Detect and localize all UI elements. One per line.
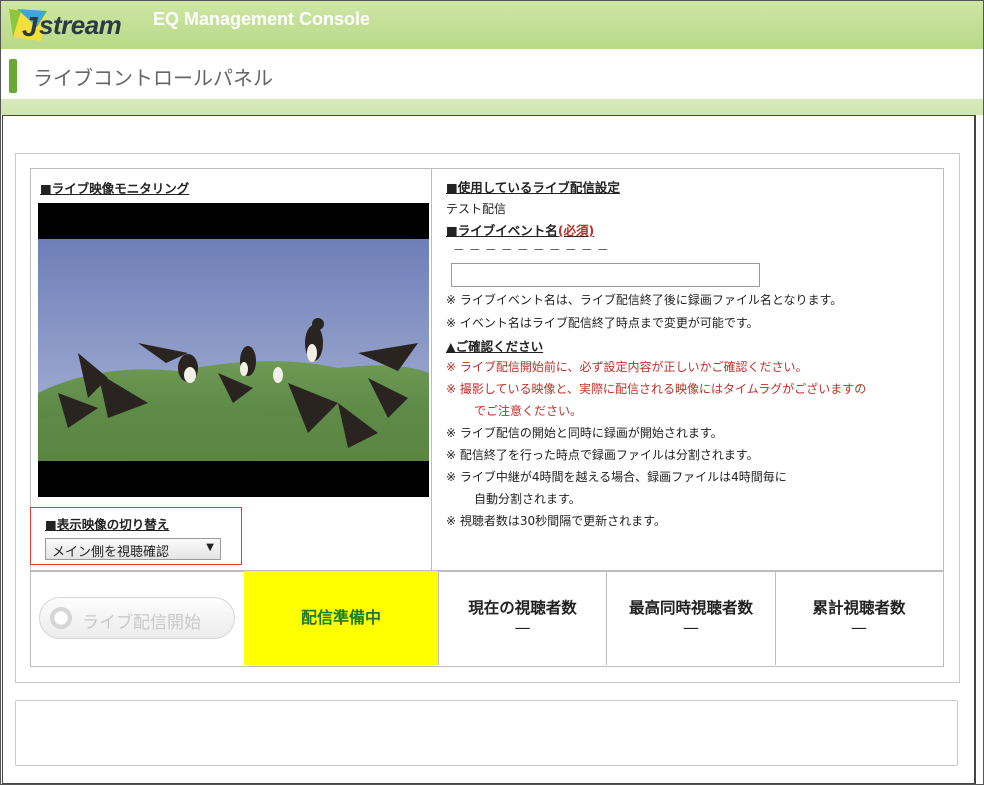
warning-line-continued: でご注意ください。 xyxy=(474,404,583,418)
svg-text:J: J xyxy=(22,11,39,42)
confirm-heading: ▲ご確認ください xyxy=(446,339,544,354)
total-viewers-label: 累計視聴者数 xyxy=(812,599,906,617)
bottom-panel xyxy=(15,700,958,766)
logo-text: stream xyxy=(39,10,122,40)
top-bar: J stream EQ Management Console xyxy=(1,1,983,49)
display-switch-select[interactable]: メイン側を視聴確認 ▼ xyxy=(45,538,221,560)
header-band xyxy=(1,99,983,115)
setting-value: テスト配信 xyxy=(446,202,507,216)
note-line: ※ 配信終了を行った時点で録画ファイルは分割されます。 xyxy=(446,448,759,462)
dropdown-arrow-icon: ▼ xyxy=(206,542,214,553)
peak-viewers-value: — xyxy=(683,618,699,637)
start-broadcast-button[interactable]: ライブ配信開始 xyxy=(39,597,235,639)
start-broadcast-label: ライブ配信開始 xyxy=(82,613,201,633)
note-line: ※ ライブイベント名は、ライブ配信終了後に録画ファイル名となります。 xyxy=(446,293,843,307)
video-frame-image xyxy=(38,203,429,497)
required-label: (必須) xyxy=(557,223,595,238)
current-viewers-label: 現在の視聴者数 xyxy=(468,599,577,617)
title-accent-bar xyxy=(9,59,17,93)
peak-viewers-label: 最高同時視聴者数 xyxy=(628,599,753,617)
note-line: ※ ライブ中継が4時間を越える場合、録画ファイルは4時間毎に xyxy=(446,470,787,484)
event-name-heading: ■ライブイベント名(必須) xyxy=(446,220,594,239)
warning-line: ※ ライブ配信開始前に、必ず設定内容が正しいかご確認ください。 xyxy=(446,360,808,374)
event-name-current: －－－－－－－－－－ xyxy=(453,243,614,257)
live-video-player[interactable] xyxy=(38,203,429,497)
record-icon xyxy=(50,607,72,629)
event-name-input[interactable] xyxy=(451,263,760,287)
total-viewers-value: — xyxy=(851,618,867,637)
note-line: ※ ライブ配信の開始と同時に録画が開始されます。 xyxy=(446,426,723,440)
event-name-heading-text: ■ライブイベント名 xyxy=(446,223,558,238)
note-line: ※ イベント名はライブ配信終了時点まで変更が可能です。 xyxy=(446,316,759,330)
current-viewers-value: — xyxy=(514,618,531,637)
note-line: ※ 視聴者数は30秒間隔で更新されます。 xyxy=(446,514,666,528)
page-title: ライブコントロールパネル xyxy=(33,66,273,90)
note-line-continued: 自動分割されます。 xyxy=(474,492,581,506)
broadcast-status: 配信準備中 xyxy=(244,571,438,665)
monitor-heading: ■ライブ映像モニタリング xyxy=(40,181,190,196)
page-header: ライブコントロールパネル xyxy=(1,49,983,99)
console-title: EQ Management Console xyxy=(153,9,371,29)
switch-heading: ■表示映像の切り替え xyxy=(45,517,170,532)
setting-heading: ■使用しているライブ配信設定 xyxy=(446,180,620,195)
warning-line: ※ 撮影している映像と、実際に配信される映像にはタイムラグがございますの xyxy=(446,382,867,396)
switch-selected-value: メイン側を視聴確認 xyxy=(52,545,170,560)
